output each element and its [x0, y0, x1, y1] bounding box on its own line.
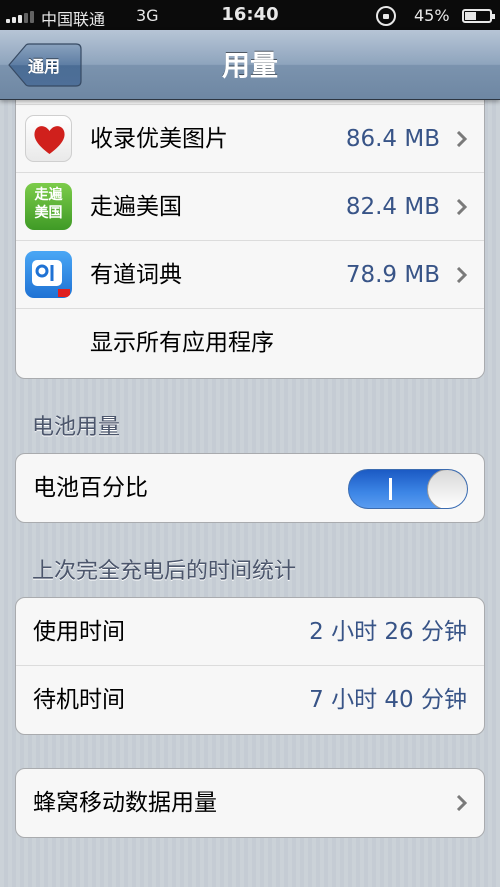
usage-time-value: 2 小时 26 分钟: [309, 619, 467, 645]
usage-time-row: 使用时间 2 小时 26 分钟: [16, 598, 484, 666]
app-name: 有道词典: [90, 262, 182, 288]
chevron-right-icon: [456, 267, 468, 283]
battery-usage-header: 电池用量: [32, 415, 121, 440]
standby-time-label: 待机时间: [33, 687, 125, 713]
battery-percentage-toggle[interactable]: [348, 469, 468, 509]
toggle-knob: [427, 470, 467, 508]
youdao-dict-app-icon: [25, 251, 72, 298]
battery-settings-group: 电池百分比: [15, 453, 485, 523]
battery-icon: [462, 9, 495, 23]
status-bar: 中国联通 3G 16:40 45%: [0, 0, 500, 30]
rotation-lock-icon: [376, 6, 396, 26]
app-row-zoubian-meiguo[interactable]: 走遍 美国 走遍美国 82.4 MB: [16, 173, 484, 241]
battery-percentage-label: 电池百分比: [33, 475, 148, 501]
standby-time-value: 7 小时 40 分钟: [309, 687, 467, 713]
navigation-bar: 通用 用量: [0, 30, 500, 100]
app-name: 走遍美国: [90, 194, 182, 220]
app-size: 78.9 MB: [345, 262, 440, 288]
icon-text-top: 走遍: [34, 187, 63, 203]
chevron-right-icon: [456, 131, 468, 147]
cellular-group: 蜂窝移动数据用量: [15, 768, 485, 838]
usage-time-group: 使用时间 2 小时 26 分钟 待机时间 7 小时 40 分钟: [15, 597, 485, 735]
heart-app-icon: [25, 115, 72, 162]
zoubian-meiguo-app-icon: 走遍 美国: [25, 183, 72, 230]
page-title: 用量: [221, 49, 278, 82]
battery-percent: 45%: [414, 6, 450, 25]
chevron-right-icon: [456, 795, 468, 811]
storage-app-list: 收录优美图片 86.4 MB 走遍 美国 走遍美国 82.4 MB 有道词典 7…: [15, 88, 485, 379]
icon-text-bottom: 美国: [34, 205, 63, 221]
since-charge-header: 上次完全充电后的时间统计: [32, 559, 297, 584]
app-row-collect-photos[interactable]: 收录优美图片 86.4 MB: [16, 105, 484, 173]
standby-time-row: 待机时间 7 小时 40 分钟: [16, 666, 484, 734]
app-row-youdao-dict[interactable]: 有道词典 78.9 MB: [16, 241, 484, 309]
app-size: 86.4 MB: [345, 126, 440, 152]
cellular-data-usage-row[interactable]: 蜂窝移动数据用量: [16, 769, 484, 837]
usage-time-label: 使用时间: [33, 619, 125, 645]
show-all-apps-label: 显示所有应用程序: [90, 330, 274, 356]
app-name: 收录优美图片: [90, 126, 228, 152]
show-all-apps-row[interactable]: 显示所有应用程序: [16, 309, 484, 377]
cellular-data-usage-label: 蜂窝移动数据用量: [33, 790, 217, 816]
app-size: 82.4 MB: [345, 194, 440, 220]
toggle-on-indicator: [389, 478, 392, 500]
battery-percentage-row: 电池百分比: [16, 454, 484, 522]
chevron-right-icon: [456, 199, 468, 215]
